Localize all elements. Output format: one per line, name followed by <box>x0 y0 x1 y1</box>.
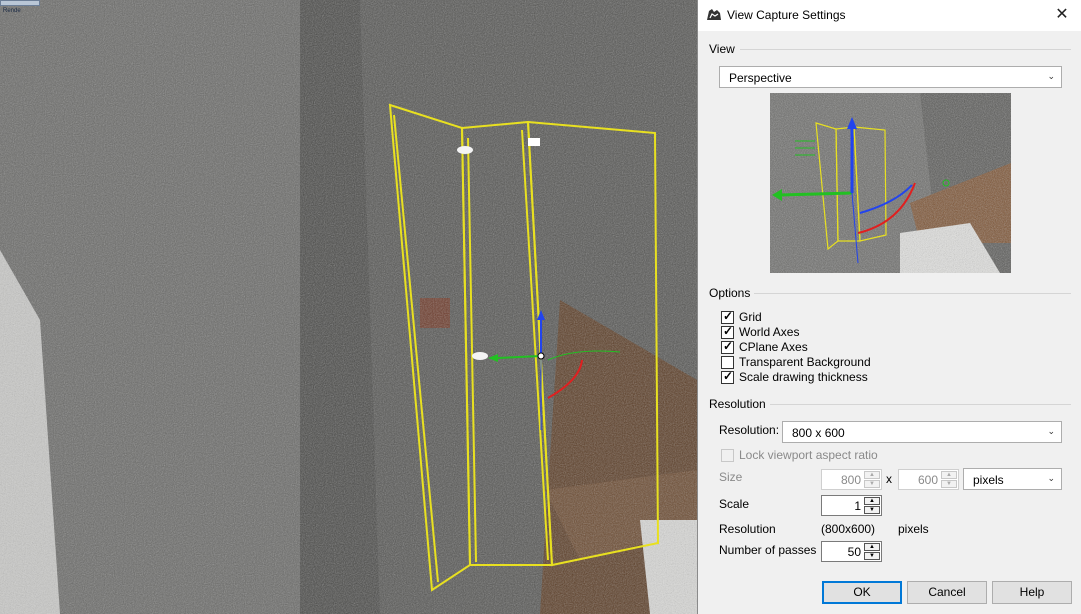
passes-label: Number of passes <box>719 543 817 557</box>
viewport-title-tab[interactable]: Rende <box>0 0 40 14</box>
chevron-down-icon: ⌄ <box>1047 426 1055 436</box>
size-label: Size <box>719 470 743 484</box>
height-value: 600 <box>917 473 938 487</box>
spin-up-icon[interactable]: ▲ <box>864 543 880 551</box>
dialog-titlebar[interactable]: View Capture Settings ✕ <box>698 0 1081 31</box>
capture-preview-thumbnail <box>770 93 1011 273</box>
width-value: 800 <box>840 473 861 487</box>
checkmark-icon: ✓ <box>723 324 734 338</box>
unit-select-value: pixels <box>973 473 1004 487</box>
checkmark-icon: ✓ <box>723 369 734 383</box>
scale-label: Scale <box>719 497 750 511</box>
resolution-select-value: 800 x 600 <box>792 426 845 440</box>
viewport-title: Rende <box>3 8 21 14</box>
checkmark-icon: ✓ <box>723 339 734 353</box>
cancel-button[interactable]: Cancel <box>907 581 987 604</box>
checkbox-box[interactable]: ✓ <box>721 369 734 384</box>
option-grid-label: Grid <box>739 310 762 324</box>
checkbox-box[interactable] <box>721 356 734 369</box>
option-transparent-background-label: Transparent Background <box>739 355 871 369</box>
render-viewport[interactable]: Rende <box>0 0 697 614</box>
height-spinner[interactable]: 600 ▲ ▼ <box>898 469 959 490</box>
view-section-divider <box>740 49 1071 50</box>
spin-down-icon[interactable]: ▼ <box>864 552 880 560</box>
dialog-title: View Capture Settings <box>727 8 846 22</box>
resolution-info-unit: pixels <box>898 522 929 536</box>
option-cplane-axes-label: CPlane Axes <box>739 340 808 354</box>
resolution-info-value: (800x600) <box>821 522 876 536</box>
resolution-section-label: Resolution <box>709 397 766 411</box>
checkbox-box[interactable]: ✓ <box>721 309 734 324</box>
resolution-section-divider <box>770 404 1071 405</box>
close-icon[interactable]: ✕ <box>1050 4 1074 26</box>
option-scale-drawing-thickness-label: Scale drawing thickness <box>739 370 868 384</box>
size-times-label: x <box>886 472 892 486</box>
ok-button[interactable]: OK <box>822 581 902 604</box>
checkmark-icon: ✓ <box>723 309 734 323</box>
chevron-down-icon: ⌄ <box>1047 473 1055 483</box>
spin-up-icon[interactable]: ▲ <box>941 471 957 479</box>
options-section-divider <box>754 293 1071 294</box>
passes-spinner[interactable]: 50 ▲ ▼ <box>821 541 882 562</box>
rhino-app-icon <box>706 8 722 22</box>
checkbox-box[interactable]: ✓ <box>721 339 734 354</box>
resolution-select-label: Resolution: <box>719 423 780 437</box>
view-capture-settings-dialog: View Capture Settings ✕ View Perspective… <box>697 0 1081 614</box>
view-section-label: View <box>709 42 735 56</box>
spin-down-icon[interactable]: ▼ <box>864 506 880 514</box>
scene-render <box>0 0 697 614</box>
options-section-label: Options <box>709 286 751 300</box>
scale-value: 1 <box>854 499 861 513</box>
chevron-down-icon: ⌄ <box>1047 71 1055 81</box>
lock-aspect-ratio-label: Lock viewport aspect ratio <box>739 448 878 462</box>
spin-up-icon[interactable]: ▲ <box>864 471 880 479</box>
unit-select[interactable]: pixels ⌄ <box>963 468 1062 490</box>
view-select[interactable]: Perspective ⌄ <box>719 66 1062 88</box>
resolution-select[interactable]: 800 x 600 ⌄ <box>782 421 1062 443</box>
option-world-axes-label: World Axes <box>739 325 800 339</box>
spin-down-icon[interactable]: ▼ <box>864 480 880 488</box>
passes-value: 50 <box>847 545 861 559</box>
checkbox-box[interactable] <box>721 449 734 462</box>
spin-up-icon[interactable]: ▲ <box>864 497 880 505</box>
view-select-value: Perspective <box>729 71 792 85</box>
scale-spinner[interactable]: 1 ▲ ▼ <box>821 495 882 516</box>
checkbox-box[interactable]: ✓ <box>721 324 734 339</box>
width-spinner[interactable]: 800 ▲ ▼ <box>821 469 882 490</box>
help-button[interactable]: Help <box>992 581 1072 604</box>
spin-down-icon[interactable]: ▼ <box>941 480 957 488</box>
resolution-info-label: Resolution <box>719 522 776 536</box>
